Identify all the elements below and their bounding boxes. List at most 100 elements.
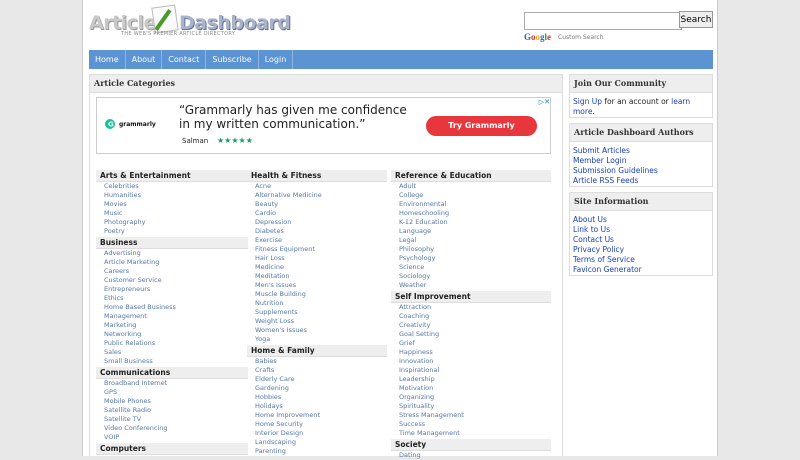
subcategory-link[interactable]: Stress Management	[391, 411, 551, 420]
about-us-link[interactable]: About Us	[573, 215, 607, 224]
subcategory-link[interactable]: Inspirational	[391, 366, 551, 375]
nav-contact[interactable]: Contact	[162, 50, 207, 69]
subcategory-link[interactable]: Satellite TV	[96, 415, 248, 424]
nav-login[interactable]: Login	[259, 50, 294, 69]
subcategory-link[interactable]: Leadership	[391, 375, 551, 384]
subcategory-link[interactable]: Sales	[96, 348, 248, 357]
subcategory-link[interactable]: Entrepreneurs	[96, 285, 248, 294]
subcategory-link[interactable]: Language	[391, 227, 551, 236]
category-heading[interactable]: Home & Family	[247, 345, 387, 357]
subcategory-link[interactable]: Mobile Phones	[96, 397, 248, 406]
category-heading[interactable]: Reference & Education	[391, 170, 551, 182]
subcategory-link[interactable]: Coaching	[391, 312, 551, 321]
subcategory-link[interactable]: Time Management	[391, 429, 551, 438]
category-heading[interactable]: Society	[391, 439, 551, 451]
rss-feeds-link[interactable]: Article RSS Feeds	[573, 176, 638, 185]
subcategory-link[interactable]: Music	[96, 209, 248, 218]
submit-articles-link[interactable]: Submit Articles	[573, 146, 630, 155]
subcategory-link[interactable]: Yoga	[247, 335, 387, 344]
subcategory-link[interactable]: Hair Loss	[247, 254, 387, 263]
subcategory-link[interactable]: Ethics	[96, 294, 248, 303]
subcategory-link[interactable]: Parenting	[247, 447, 387, 456]
subcategory-link[interactable]: Philosophy	[391, 245, 551, 254]
signup-link[interactable]: Sign Up	[573, 97, 602, 106]
subcategory-link[interactable]: Public Relations	[96, 339, 248, 348]
subcategory-link[interactable]: Elderly Care	[247, 375, 387, 384]
subcategory-link[interactable]: Video Conferencing	[96, 424, 248, 433]
nav-home[interactable]: Home	[89, 50, 126, 69]
search-button[interactable]: Search	[679, 11, 713, 28]
category-heading[interactable]: Arts & Entertainment	[96, 170, 248, 182]
subcategory-link[interactable]: Babies	[247, 357, 387, 366]
subcategory-link[interactable]: Beauty	[247, 200, 387, 209]
subcategory-link[interactable]: Alternative Medicine	[247, 191, 387, 200]
subcategory-link[interactable]: Satellite Radio	[96, 406, 248, 415]
subcategory-link[interactable]: Movies	[96, 200, 248, 209]
subcategory-link[interactable]: Home Improvement	[247, 411, 387, 420]
subcategory-link[interactable]: Science	[391, 263, 551, 272]
subcategory-link[interactable]: Success	[391, 420, 551, 429]
subcategory-link[interactable]: Celebrities	[96, 182, 248, 191]
favicon-generator-link[interactable]: Favicon Generator	[573, 265, 642, 274]
subcategory-link[interactable]: Cardio	[247, 209, 387, 218]
subcategory-link[interactable]: Meditation	[247, 272, 387, 281]
subcategory-link[interactable]: Weight Loss	[247, 317, 387, 326]
link-to-us-link[interactable]: Link to Us	[573, 225, 610, 234]
subcategory-link[interactable]: Environmental	[391, 200, 551, 209]
subcategory-link[interactable]: Broadband Internet	[96, 379, 248, 388]
subcategory-link[interactable]: Home Based Business	[96, 303, 248, 312]
subcategory-link[interactable]: Humanities	[96, 191, 248, 200]
subcategory-link[interactable]: Homeschooling	[391, 209, 551, 218]
subcategory-link[interactable]: VOIP	[96, 433, 248, 442]
contact-us-link[interactable]: Contact Us	[573, 235, 614, 244]
subcategory-link[interactable]: Gardening	[247, 384, 387, 393]
subcategory-link[interactable]: Nutrition	[247, 299, 387, 308]
subcategory-link[interactable]: Adult	[391, 182, 551, 191]
category-heading[interactable]: Communications	[96, 367, 248, 379]
subcategory-link[interactable]: GPS	[96, 388, 248, 397]
subcategory-link[interactable]: Crafts	[247, 366, 387, 375]
category-heading[interactable]: Self Improvement	[391, 291, 551, 303]
subcategory-link[interactable]: Exercise	[247, 236, 387, 245]
subcategory-link[interactable]: Grief	[391, 339, 551, 348]
subcategory-link[interactable]: Networking	[96, 330, 248, 339]
subcategory-link[interactable]: Poetry	[96, 227, 248, 236]
subcategory-link[interactable]: Men's Issues	[247, 281, 387, 290]
subcategory-link[interactable]: Hobbies	[247, 393, 387, 402]
subcategory-link[interactable]: Innovation	[391, 357, 551, 366]
subcategory-link[interactable]: Attraction	[391, 303, 551, 312]
subcategory-link[interactable]: Organizing	[391, 393, 551, 402]
subcategory-link[interactable]: Careers	[96, 267, 248, 276]
ad-cta-button[interactable]: Try Grammarly	[426, 116, 537, 136]
subcategory-link[interactable]: Women's Issues	[247, 326, 387, 335]
subcategory-link[interactable]: Legal	[391, 236, 551, 245]
ad-banner[interactable]: G grammarly “Grammarly has given me conf…	[96, 97, 551, 154]
subcategory-link[interactable]: Psychology	[391, 254, 551, 263]
subcategory-link[interactable]: Goal Setting	[391, 330, 551, 339]
privacy-policy-link[interactable]: Privacy Policy	[573, 245, 624, 254]
subcategory-link[interactable]: Article Marketing	[96, 258, 248, 267]
subcategory-link[interactable]: Marketing	[96, 321, 248, 330]
subcategory-link[interactable]: Creativity	[391, 321, 551, 330]
subcategory-link[interactable]: Muscle Building	[247, 290, 387, 299]
subcategory-link[interactable]: Spirituality	[391, 402, 551, 411]
subcategory-link[interactable]: Small Business	[96, 357, 248, 366]
subcategory-link[interactable]: K-12 Education	[391, 218, 551, 227]
nav-subscribe[interactable]: Subscribe	[206, 50, 259, 69]
subcategory-link[interactable]: Supplements	[247, 308, 387, 317]
subcategory-link[interactable]: Photography	[96, 218, 248, 227]
subcategory-link[interactable]: Medicine	[247, 263, 387, 272]
subcategory-link[interactable]: Diabetes	[247, 227, 387, 236]
search-input[interactable]	[524, 12, 682, 30]
site-logo[interactable]: Article Dashboard THE WEB'S PREMIER ARTI…	[89, 4, 291, 38]
subcategory-link[interactable]: Depression	[247, 218, 387, 227]
adchoices-icon[interactable]: ▷✕	[539, 98, 550, 106]
category-heading[interactable]: Business	[96, 237, 248, 249]
subcategory-link[interactable]: Sociology	[391, 272, 551, 281]
subcategory-link[interactable]: Fitness Equipment	[247, 245, 387, 254]
category-heading[interactable]: Health & Fitness	[247, 170, 387, 182]
subcategory-link[interactable]: Advertising	[96, 249, 248, 258]
subcategory-link[interactable]: Management	[96, 312, 248, 321]
subcategory-link[interactable]: Motivation	[391, 384, 551, 393]
subcategory-link[interactable]: Happiness	[391, 348, 551, 357]
